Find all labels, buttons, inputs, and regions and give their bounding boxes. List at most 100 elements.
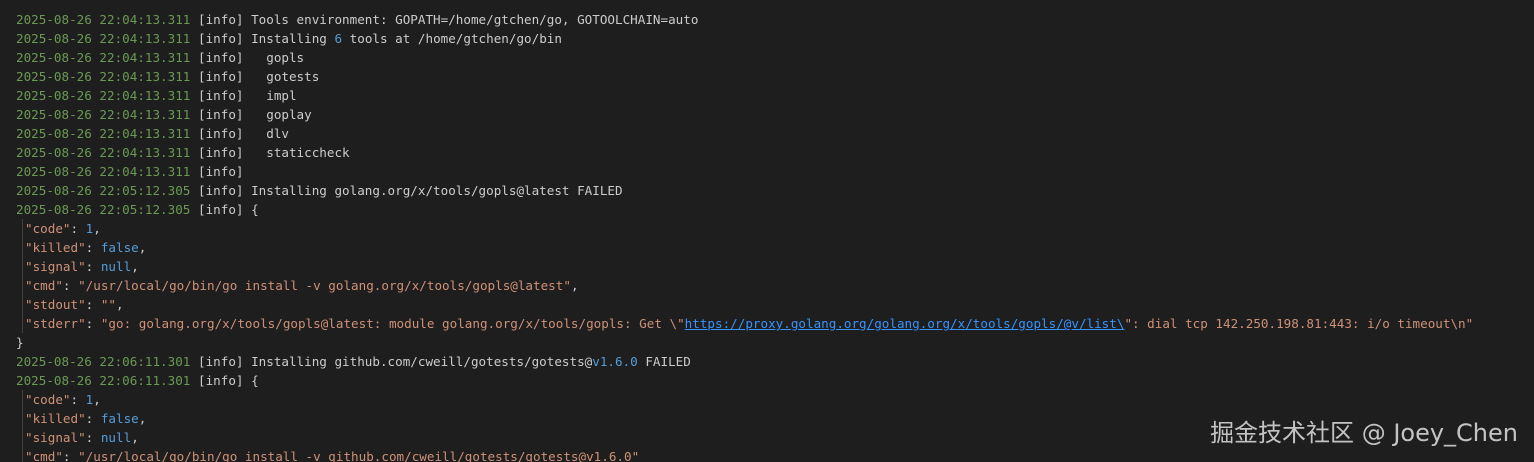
log-text: "/usr/local/go/bin/go install -v github.… (78, 449, 640, 462)
watermark: 掘金技术社区 @ Joey_Chen (1210, 419, 1518, 447)
log-text: : (85, 240, 101, 255)
log-text: Installing (243, 31, 335, 46)
log-text: "code" (25, 392, 71, 407)
log-level: [info] (197, 145, 244, 160)
log-level: [info] (197, 202, 244, 217)
log-line: 2025-08-26 22:04:13.311 [info] Installin… (16, 29, 1534, 48)
log-text: "signal" (25, 259, 86, 274)
log-text: : (70, 392, 86, 407)
output-log[interactable]: 2025-08-26 22:04:13.311 [info] Tools env… (0, 0, 1534, 462)
log-text: "killed" (25, 240, 86, 255)
log-line-plain: } (16, 333, 1534, 352)
log-text: , (116, 297, 124, 312)
log-level: [info] (197, 31, 244, 46)
log-timestamp: 2025-08-26 22:04:13.311 (16, 69, 191, 84)
log-timestamp: 2025-08-26 22:04:13.311 (16, 164, 191, 179)
log-text: , (131, 259, 139, 274)
log-level: [info] (197, 12, 244, 27)
log-level: [info] (197, 107, 244, 122)
log-text: gopls (243, 50, 305, 65)
log-timestamp: 2025-08-26 22:04:13.311 (16, 31, 191, 46)
log-text: null (100, 259, 132, 274)
log-text: impl (243, 88, 297, 103)
log-text: Tools environment: GOPATH=/home/gtchen/g… (243, 12, 699, 27)
log-level: [info] (197, 88, 244, 103)
json-line: "killed": false, (22, 238, 1534, 257)
json-line: "stderr": "go: golang.org/x/tools/gopls@… (22, 314, 1534, 333)
log-text: "go: golang.org/x/tools/gopls@latest: mo… (100, 316, 685, 331)
log-line: 2025-08-26 22:04:13.311 [info] gotests (16, 67, 1534, 86)
log-text: "stdout" (25, 297, 86, 312)
log-line: 2025-08-26 22:04:13.311 [info] staticche… (16, 143, 1534, 162)
log-timestamp: 2025-08-26 22:06:11.301 (16, 354, 191, 369)
log-text: : (70, 221, 86, 236)
log-level: [info] (197, 69, 244, 84)
json-line: "cmd": "/usr/local/go/bin/go install -v … (22, 276, 1534, 295)
log-timestamp: 2025-08-26 22:05:12.305 (16, 202, 191, 217)
log-timestamp: 2025-08-26 22:04:13.311 (16, 145, 191, 160)
json-line: "signal": null, (22, 257, 1534, 276)
log-text: "cmd" (25, 449, 63, 462)
log-text: dlv (243, 126, 289, 141)
log-text: , (93, 392, 101, 407)
log-text: , (131, 430, 139, 445)
log-timestamp: 2025-08-26 22:04:13.311 (16, 107, 191, 122)
log-text: false (100, 240, 139, 255)
log-timestamp: 2025-08-26 22:06:11.301 (16, 373, 191, 388)
log-level: [info] (197, 50, 244, 65)
log-level: [info] (197, 164, 244, 179)
log-text: "signal" (25, 430, 86, 445)
log-text: false (100, 411, 139, 426)
log-text: goplay (243, 107, 312, 122)
log-timestamp: 2025-08-26 22:04:13.311 (16, 88, 191, 103)
log-level: [info] (197, 373, 244, 388)
log-text: } (16, 335, 24, 350)
log-text: v1.6.0 (592, 354, 638, 369)
log-level: [info] (197, 183, 244, 198)
log-line: 2025-08-26 22:04:13.311 [info] goplay (16, 105, 1534, 124)
log-text: , (138, 411, 147, 426)
log-text: ": dial tcp 142.250.198.81:443: i/o time… (1124, 316, 1474, 331)
log-text: , (138, 240, 147, 255)
log-text: tools at /home/gtchen/go/bin (342, 31, 562, 46)
log-text: : (85, 259, 101, 274)
log-timestamp: 2025-08-26 22:04:13.311 (16, 126, 191, 141)
log-text: "/usr/local/go/bin/go install -v golang.… (78, 278, 571, 293)
log-text: null (100, 430, 132, 445)
log-line: 2025-08-26 22:04:13.311 [info] dlv (16, 124, 1534, 143)
log-level: [info] (197, 354, 244, 369)
log-timestamp: 2025-08-26 22:04:13.311 (16, 12, 191, 27)
log-text: : (85, 430, 101, 445)
log-text: : (85, 297, 101, 312)
log-text: "killed" (25, 411, 86, 426)
log-text: "stderr" (25, 316, 86, 331)
log-text: staticcheck (243, 145, 350, 160)
log-text: Installing github.com/cweill/gotests/got… (243, 354, 593, 369)
log-text: , (570, 278, 579, 293)
log-text: , (93, 221, 101, 236)
json-line: "code": 1, (22, 219, 1534, 238)
json-line: "stdout": "", (22, 295, 1534, 314)
log-text: Installing golang.org/x/tools/gopls@late… (243, 183, 623, 198)
log-text: : (62, 278, 79, 293)
json-line: "code": 1, (22, 390, 1534, 409)
log-text: : (62, 449, 79, 462)
log-line: 2025-08-26 22:04:13.311 [info] impl (16, 86, 1534, 105)
log-text: gotests (243, 69, 320, 84)
log-line: 2025-08-26 22:05:12.305 [info] { (16, 200, 1534, 219)
log-line: 2025-08-26 22:05:12.305 [info] Installin… (16, 181, 1534, 200)
log-text: { (243, 202, 259, 217)
log-line: 2025-08-26 22:04:13.311 [info] Tools env… (16, 10, 1534, 29)
log-text: FAILED (637, 354, 691, 369)
log-text: : (85, 411, 101, 426)
log-text: "cmd" (25, 278, 63, 293)
json-line: "cmd": "/usr/local/go/bin/go install -v … (22, 447, 1534, 462)
log-line: 2025-08-26 22:04:13.311 [info] (16, 162, 1534, 181)
log-line: 2025-08-26 22:06:11.301 [info] Installin… (16, 352, 1534, 371)
log-text: "" (100, 297, 117, 312)
log-level: [info] (197, 126, 244, 141)
url-link[interactable]: https://proxy.golang.org/golang.org/x/to… (685, 316, 1125, 331)
log-text: : (85, 316, 101, 331)
log-text: "code" (25, 221, 71, 236)
log-timestamp: 2025-08-26 22:04:13.311 (16, 50, 191, 65)
